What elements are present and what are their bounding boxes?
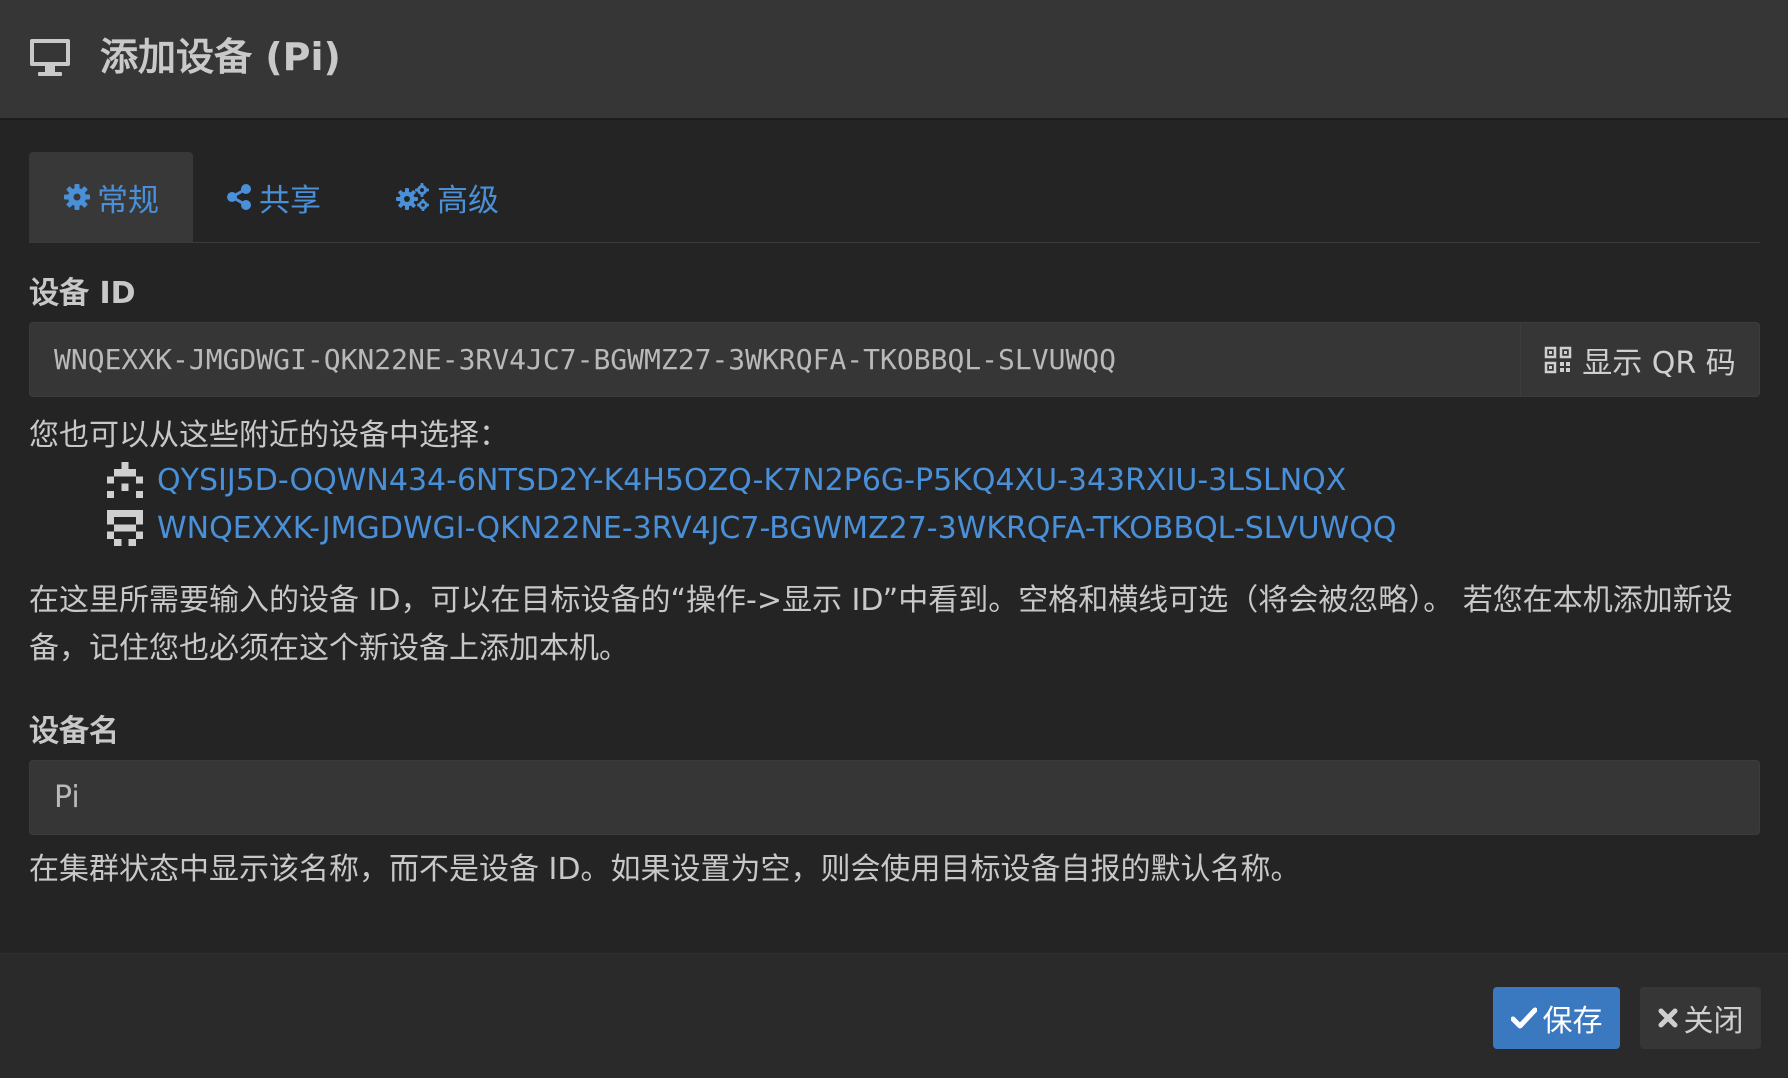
- dialog-title: 添加设备 (Pi): [100, 35, 341, 79]
- identicon-icon: [107, 510, 143, 546]
- add-device-dialog: 添加设备 (Pi) 常规 共享 高级 设备 ID WNQEXXK-JMGDWGI…: [0, 0, 1788, 1078]
- save-button[interactable]: 保存: [1493, 987, 1620, 1049]
- tab-advanced[interactable]: 高级: [395, 152, 499, 242]
- nearby-device-link[interactable]: WNQEXXK-JMGDWGI-QKN22NE-3RV4JC7-BGWMZ27-…: [157, 511, 1397, 546]
- device-id-input[interactable]: WNQEXXK-JMGDWGI-QKN22NE-3RV4JC7-BGWMZ27-…: [29, 322, 1521, 397]
- close-button[interactable]: 关闭: [1640, 987, 1761, 1049]
- qrcode-icon: [1544, 346, 1572, 373]
- device-name-help: 在集群状态中显示该名称，而不是设备 ID。如果设置为空，则会使用目标设备自报的默…: [29, 852, 1301, 887]
- gear-icon: [64, 184, 90, 210]
- tab-general[interactable]: 常规: [29, 152, 193, 242]
- tab-advanced-label: 高级: [437, 182, 499, 219]
- identicon-icon: [107, 462, 143, 498]
- nearby-devices-list: QYSIJ5D-OQWN434-6NTSD2Y-K4H5OZQ-K7N2P6G-…: [107, 456, 1397, 552]
- show-qr-label: 显示 QR 码: [1582, 345, 1736, 381]
- gears-icon: [396, 183, 429, 211]
- dialog-header: 添加设备 (Pi): [0, 0, 1788, 120]
- show-qr-button[interactable]: 显示 QR 码: [1521, 322, 1760, 397]
- close-label: 关闭: [1683, 1004, 1744, 1039]
- dialog-footer: 保存 关闭: [0, 953, 1788, 1078]
- nearby-devices-hint: 您也可以从这些附近的设备中选择：: [29, 418, 509, 453]
- save-label: 保存: [1542, 1004, 1603, 1039]
- device-id-label: 设备 ID: [29, 276, 136, 311]
- nearby-device-link[interactable]: QYSIJ5D-OQWN434-6NTSD2Y-K4H5OZQ-K7N2P6G-…: [157, 463, 1346, 498]
- desktop-icon: [30, 39, 70, 76]
- device-id-help: 在这里所需要输入的设备 ID，可以在目标设备的“操作->显示 ID”中看到。空格…: [29, 583, 1733, 666]
- nearby-device-item[interactable]: QYSIJ5D-OQWN434-6NTSD2Y-K4H5OZQ-K7N2P6G-…: [107, 456, 1397, 504]
- close-icon: [1658, 1008, 1677, 1028]
- tab-sharing-label: 共享: [259, 182, 321, 219]
- nearby-device-item[interactable]: WNQEXXK-JMGDWGI-QKN22NE-3RV4JC7-BGWMZ27-…: [107, 504, 1397, 552]
- tab-general-label: 常规: [97, 182, 159, 219]
- check-icon: [1510, 1007, 1537, 1029]
- device-name-input[interactable]: Pi: [29, 760, 1760, 835]
- tab-bar: 常规 共享 高级: [29, 152, 1760, 243]
- tab-sharing[interactable]: 共享: [225, 152, 321, 242]
- device-name-label: 设备名: [29, 714, 119, 749]
- share-icon: [227, 184, 251, 210]
